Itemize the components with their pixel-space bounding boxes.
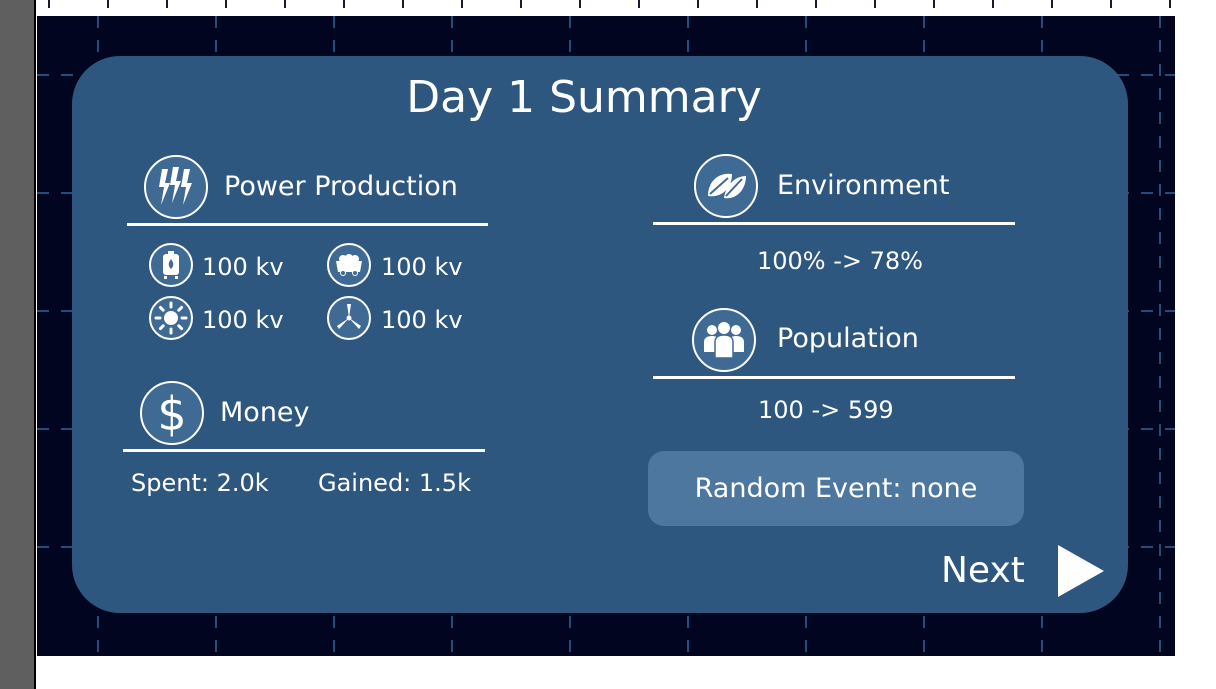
top-ruler — [36, 0, 1176, 16]
money-gained: Gained: 1.5k — [318, 469, 471, 497]
environment-change: 100% -> 78% — [757, 247, 923, 275]
gas-power-value: 100 kv — [202, 253, 284, 281]
next-label[interactable]: Next — [941, 550, 1025, 592]
money-label: Money — [220, 397, 310, 428]
wind-turbine-icon — [327, 296, 371, 340]
solar-icon — [149, 296, 193, 340]
environment-label: Environment — [777, 170, 950, 201]
population-change: 100 -> 599 — [758, 396, 894, 424]
random-event-text: Random Event: none — [694, 473, 978, 504]
coal-cart-icon — [327, 243, 371, 287]
people-icon — [692, 308, 756, 372]
power-production-label: Power Production — [224, 171, 458, 202]
wind-power-value: 100 kv — [381, 306, 463, 334]
play-arrow-icon — [1058, 545, 1104, 597]
money-divider — [123, 449, 485, 452]
random-event-box: Random Event: none — [648, 451, 1024, 526]
environment-divider — [653, 222, 1015, 225]
next-arrow-button[interactable] — [1056, 543, 1106, 599]
population-divider — [653, 376, 1015, 379]
gas-tank-icon — [149, 243, 193, 287]
power-divider — [127, 223, 488, 226]
population-label: Population — [777, 323, 919, 354]
money-spent: Spent: 2.0k — [131, 469, 269, 497]
solar-power-value: 100 kv — [202, 306, 284, 334]
summary-title: Day 1 Summary — [406, 72, 762, 123]
coal-power-value: 100 kv — [381, 253, 463, 281]
svg-text:$: $ — [157, 388, 186, 438]
lightning-icon — [144, 155, 208, 219]
dollar-icon: $ — [140, 381, 204, 445]
leaf-icon — [694, 154, 758, 218]
